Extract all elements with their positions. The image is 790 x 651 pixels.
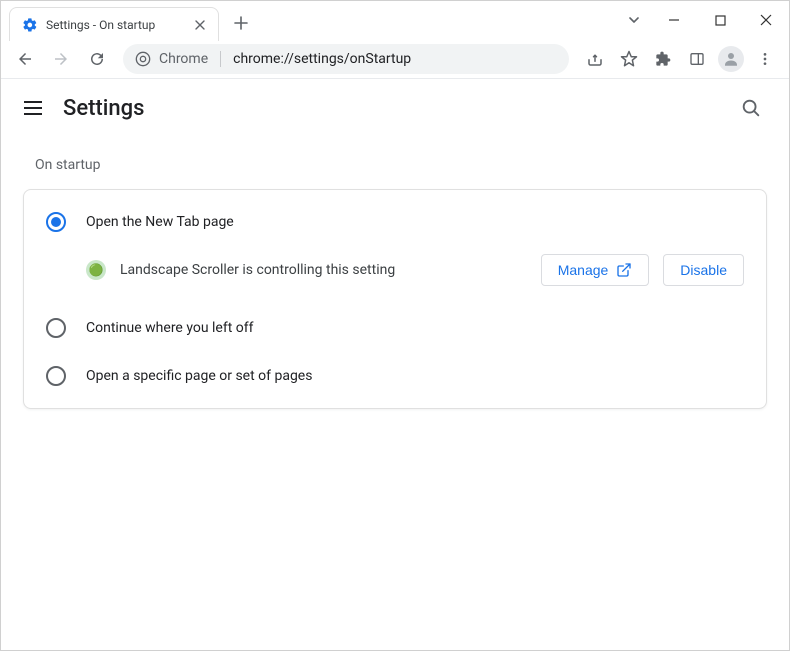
radio-selected-icon	[46, 212, 66, 232]
omnibox-path: chrome://settings/onStartup	[233, 51, 411, 67]
omnibox-host: Chrome	[159, 51, 208, 67]
settings-content: On startup Open the New Tab page 🟢 Lands…	[1, 137, 789, 419]
gear-icon	[22, 17, 38, 33]
minimize-button[interactable]	[651, 4, 697, 36]
option-specific-pages[interactable]: Open a specific page or set of pages	[24, 352, 766, 400]
profile-button[interactable]	[715, 43, 747, 75]
manage-button[interactable]: Manage	[541, 254, 650, 286]
extension-message: Landscape Scroller is controlling this s…	[120, 262, 527, 278]
close-tab-icon[interactable]	[192, 17, 208, 33]
hamburger-menu-button[interactable]	[21, 96, 45, 120]
radio-unselected-icon	[46, 318, 66, 338]
bookmark-icon[interactable]	[613, 43, 645, 75]
share-icon[interactable]	[579, 43, 611, 75]
back-button[interactable]	[9, 43, 41, 75]
browser-tab[interactable]: Settings - On startup	[9, 7, 219, 41]
tab-title: Settings - On startup	[46, 18, 184, 32]
option-continue[interactable]: Continue where you left off	[24, 304, 766, 352]
external-link-icon	[616, 262, 632, 278]
option-label: Open a specific page or set of pages	[86, 368, 312, 384]
extension-control-notice: 🟢 Landscape Scroller is controlling this…	[24, 246, 766, 304]
manage-label: Manage	[558, 262, 609, 278]
chrome-logo-icon	[135, 51, 151, 67]
option-new-tab[interactable]: Open the New Tab page	[24, 198, 766, 246]
search-button[interactable]	[733, 90, 769, 126]
section-title: On startup	[35, 157, 755, 173]
browser-toolbar: Chrome chrome://settings/onStartup	[1, 39, 789, 79]
disable-button[interactable]: Disable	[663, 254, 744, 286]
extension-app-icon: 🟢	[86, 260, 106, 280]
close-window-button[interactable]	[743, 4, 789, 36]
startup-options-card: Open the New Tab page 🟢 Landscape Scroll…	[23, 189, 767, 409]
disable-label: Disable	[680, 262, 727, 278]
menu-button[interactable]	[749, 43, 781, 75]
window-titlebar: Settings - On startup	[1, 1, 789, 39]
tab-search-icon[interactable]	[617, 13, 651, 27]
extensions-icon[interactable]	[647, 43, 679, 75]
option-label: Open the New Tab page	[86, 214, 234, 230]
option-label: Continue where you left off	[86, 320, 254, 336]
maximize-button[interactable]	[697, 4, 743, 36]
side-panel-icon[interactable]	[681, 43, 713, 75]
radio-unselected-icon	[46, 366, 66, 386]
omnibox-separator	[220, 51, 221, 67]
page-title: Settings	[63, 96, 144, 121]
forward-button[interactable]	[45, 43, 77, 75]
address-bar[interactable]: Chrome chrome://settings/onStartup	[123, 44, 569, 74]
reload-button[interactable]	[81, 43, 113, 75]
settings-header: Settings	[1, 79, 789, 137]
new-tab-button[interactable]	[227, 9, 255, 37]
avatar-icon	[718, 46, 744, 72]
